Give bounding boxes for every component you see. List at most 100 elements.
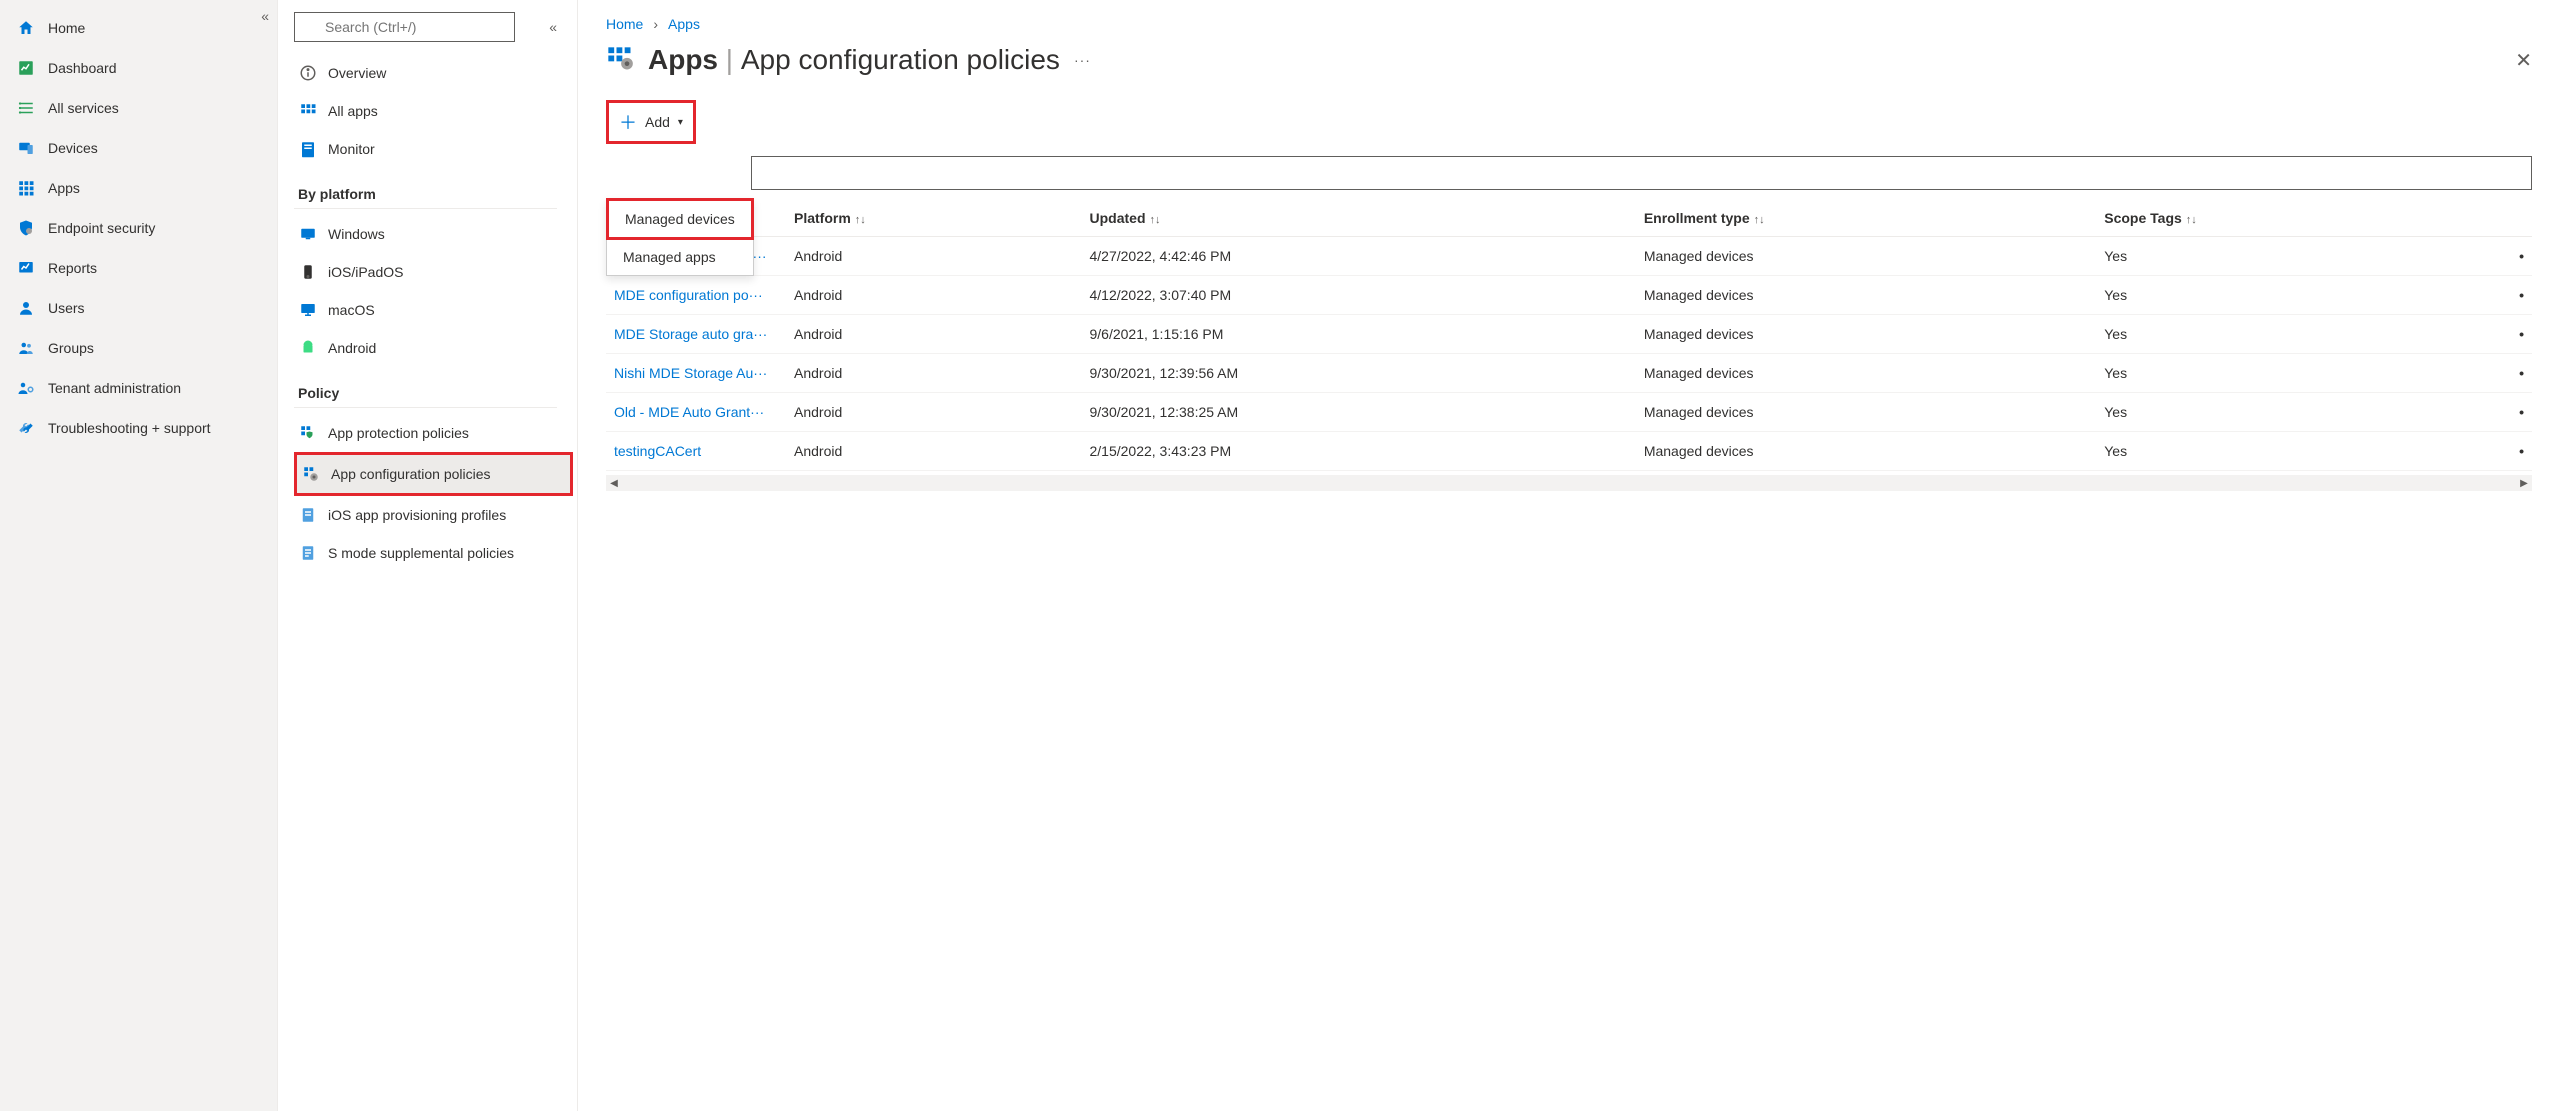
nav-item-label: Troubleshooting + support bbox=[48, 420, 211, 436]
sub-item-label: iOS/iPadOS bbox=[328, 264, 403, 280]
row-more-icon[interactable]: • bbox=[2462, 237, 2532, 276]
home-icon bbox=[16, 18, 36, 38]
apps-icon bbox=[16, 178, 36, 198]
row-more-icon[interactable]: • bbox=[2462, 354, 2532, 393]
table-row: Nishi MDE Storage Au··· Android 9/30/202… bbox=[606, 354, 2532, 393]
sub-section-policy: Policy bbox=[294, 367, 557, 408]
breadcrumb-apps[interactable]: Apps bbox=[668, 16, 700, 32]
plus-icon: ＋ bbox=[619, 109, 637, 135]
column-header[interactable]: Enrollment type↑↓ bbox=[1636, 200, 2096, 237]
dropdown-item-managed-apps[interactable]: Managed apps bbox=[607, 239, 753, 275]
page-title: Apps | App configuration policies ··· bbox=[606, 44, 1091, 76]
page-title-main: Apps bbox=[648, 44, 718, 75]
filter-input[interactable] bbox=[751, 156, 2532, 190]
policy-name-link[interactable]: MDE configuration po··· bbox=[606, 276, 786, 315]
nav-item-groups[interactable]: Groups bbox=[0, 328, 277, 368]
more-actions-icon[interactable]: ··· bbox=[1074, 52, 1091, 68]
close-icon[interactable]: ✕ bbox=[2515, 48, 2532, 73]
ios-prov-icon bbox=[298, 506, 318, 524]
row-more-icon[interactable]: • bbox=[2462, 393, 2532, 432]
breadcrumb-separator: › bbox=[653, 16, 658, 32]
sub-item-app-configuration-policies[interactable]: App configuration policies bbox=[294, 452, 573, 496]
sub-item-label: Android bbox=[328, 340, 376, 356]
cell-updated: 4/12/2022, 3:07:40 PM bbox=[1082, 276, 1636, 315]
sub-item-label: Windows bbox=[328, 226, 385, 242]
monitor-icon bbox=[298, 140, 318, 158]
search-input[interactable] bbox=[294, 12, 515, 42]
add-dropdown: Managed devicesManaged apps bbox=[606, 198, 754, 276]
horizontal-scrollbar[interactable]: ◀ ▶ bbox=[606, 475, 2532, 491]
sub-item-ios-app-provisioning-profiles[interactable]: iOS app provisioning profiles bbox=[294, 496, 573, 534]
sub-item-android[interactable]: Android bbox=[294, 329, 573, 367]
cell-enrollment: Managed devices bbox=[1636, 237, 2096, 276]
cell-updated: 9/30/2021, 12:38:25 AM bbox=[1082, 393, 1636, 432]
add-button[interactable]: ＋ Add ▾ bbox=[609, 103, 693, 141]
policy-name-link[interactable]: testingCACert bbox=[606, 432, 786, 471]
cell-scope: Yes bbox=[2096, 393, 2461, 432]
sort-icon: ↑↓ bbox=[855, 214, 866, 226]
table-row: Old - MDE Auto Grant··· Android 9/30/202… bbox=[606, 393, 2532, 432]
nav-item-users[interactable]: Users bbox=[0, 288, 277, 328]
cell-platform: Android bbox=[786, 237, 1082, 276]
nav-item-troubleshooting-support[interactable]: Troubleshooting + support bbox=[0, 408, 277, 448]
smode-icon bbox=[298, 544, 318, 562]
row-more-icon[interactable]: • bbox=[2462, 432, 2532, 471]
column-header[interactable]: Scope Tags↑↓ bbox=[2096, 200, 2461, 237]
devices-icon bbox=[16, 138, 36, 158]
sub-item-label: iOS app provisioning profiles bbox=[328, 507, 506, 523]
nav-item-apps[interactable]: Apps bbox=[0, 168, 277, 208]
cell-scope: Yes bbox=[2096, 237, 2461, 276]
table-row: Defender on personal ··· Android 4/27/20… bbox=[606, 237, 2532, 276]
row-more-icon[interactable]: • bbox=[2462, 315, 2532, 354]
nav-item-label: Groups bbox=[48, 340, 94, 356]
sort-icon: ↑↓ bbox=[2186, 214, 2197, 226]
sub-item-label: All apps bbox=[328, 103, 378, 119]
app-protect-icon bbox=[298, 424, 318, 442]
column-header[interactable]: Updated↑↓ bbox=[1082, 200, 1636, 237]
column-header bbox=[2462, 200, 2532, 237]
policy-name-link[interactable]: Old - MDE Auto Grant··· bbox=[606, 393, 786, 432]
nav-item-endpoint-security[interactable]: Endpoint security bbox=[0, 208, 277, 248]
nav-item-label: Endpoint security bbox=[48, 220, 155, 236]
policy-name-link[interactable]: MDE Storage auto gra··· bbox=[606, 315, 786, 354]
nav-item-tenant-administration[interactable]: Tenant administration bbox=[0, 368, 277, 408]
table-row: MDE configuration po··· Android 4/12/202… bbox=[606, 276, 2532, 315]
nav-item-home[interactable]: Home bbox=[0, 8, 277, 48]
dropdown-item-managed-devices[interactable]: Managed devices bbox=[606, 198, 754, 240]
sub-item-macos[interactable]: macOS bbox=[294, 291, 573, 329]
collapse-sub-sidebar-icon[interactable]: « bbox=[545, 15, 561, 39]
sub-item-label: App protection policies bbox=[328, 425, 469, 441]
nav-item-devices[interactable]: Devices bbox=[0, 128, 277, 168]
nav-item-label: All services bbox=[48, 100, 119, 116]
sub-item-windows[interactable]: Windows bbox=[294, 215, 573, 253]
sub-item-app-protection-policies[interactable]: App protection policies bbox=[294, 414, 573, 452]
breadcrumb-home[interactable]: Home bbox=[606, 16, 643, 32]
collapse-primary-sidebar-icon[interactable]: « bbox=[261, 8, 269, 24]
sub-item-monitor[interactable]: Monitor bbox=[294, 130, 573, 168]
column-header[interactable]: Platform↑↓ bbox=[786, 200, 1082, 237]
sub-item-label: Monitor bbox=[328, 141, 375, 157]
cell-updated: 4/27/2022, 4:42:46 PM bbox=[1082, 237, 1636, 276]
sub-item-ios-ipados[interactable]: iOS/iPadOS bbox=[294, 253, 573, 291]
sub-item-all-apps[interactable]: All apps bbox=[294, 92, 573, 130]
nav-item-all-services[interactable]: All services bbox=[0, 88, 277, 128]
row-more-icon[interactable]: • bbox=[2462, 276, 2532, 315]
policy-name-link[interactable]: Nishi MDE Storage Au··· bbox=[606, 354, 786, 393]
cell-updated: 2/15/2022, 3:43:23 PM bbox=[1082, 432, 1636, 471]
scroll-right-icon[interactable]: ▶ bbox=[2516, 475, 2532, 491]
groups-icon bbox=[16, 338, 36, 358]
sub-item-s-mode-supplemental-policies[interactable]: S mode supplemental policies bbox=[294, 534, 573, 572]
endpoint-security-icon bbox=[16, 218, 36, 238]
cell-updated: 9/6/2021, 1:15:16 PM bbox=[1082, 315, 1636, 354]
sub-item-overview[interactable]: Overview bbox=[294, 54, 573, 92]
breadcrumb: Home › Apps bbox=[606, 16, 2532, 32]
cell-scope: Yes bbox=[2096, 432, 2461, 471]
nav-item-label: Tenant administration bbox=[48, 380, 181, 396]
nav-item-dashboard[interactable]: Dashboard bbox=[0, 48, 277, 88]
cell-enrollment: Managed devices bbox=[1636, 276, 2096, 315]
cell-platform: Android bbox=[786, 354, 1082, 393]
cell-scope: Yes bbox=[2096, 315, 2461, 354]
nav-item-reports[interactable]: Reports bbox=[0, 248, 277, 288]
scroll-left-icon[interactable]: ◀ bbox=[606, 475, 622, 491]
nav-item-label: Devices bbox=[48, 140, 98, 156]
